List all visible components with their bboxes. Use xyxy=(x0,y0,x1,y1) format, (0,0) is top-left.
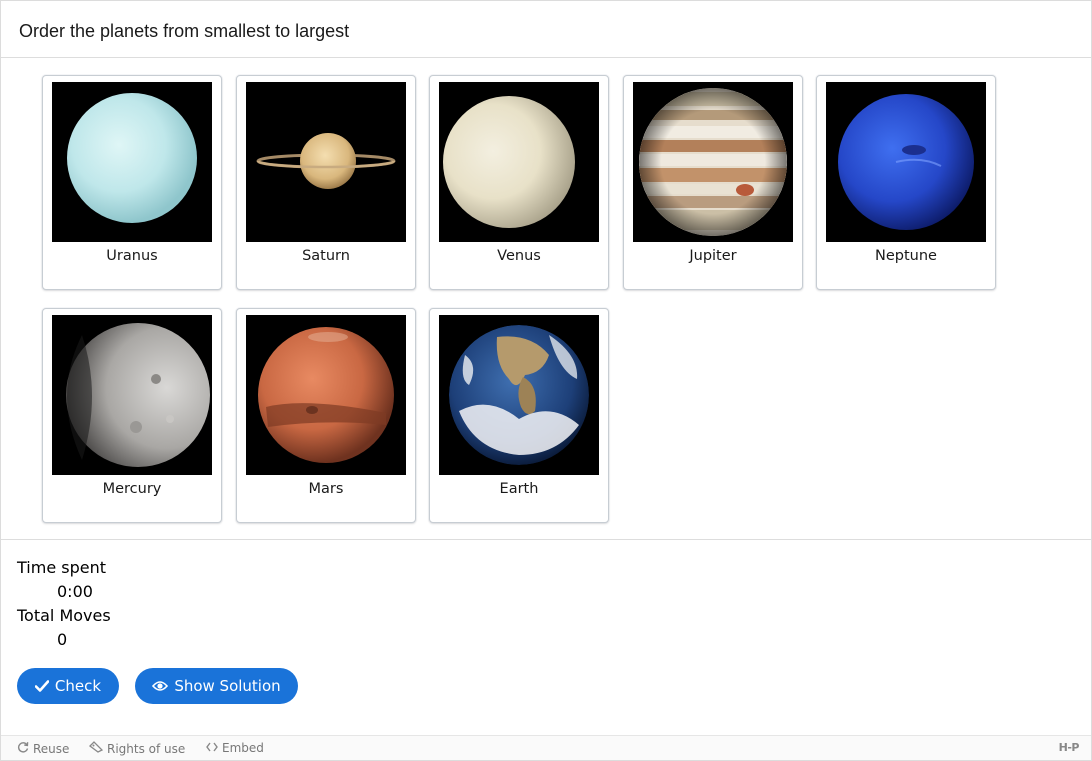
check-button-label: Check xyxy=(54,677,102,695)
footer-bar: Reuse Rights of use Embed H-P xyxy=(1,735,1091,760)
task-header: Order the planets from smallest to large… xyxy=(1,1,1091,58)
card-label: Mars xyxy=(308,481,344,497)
planet-card-venus[interactable]: Venus xyxy=(429,75,609,290)
rights-label: Rights of use xyxy=(107,741,186,756)
stats-panel: Time spent 0:00 Total Moves 0 xyxy=(17,558,111,654)
total-moves-value: 0 xyxy=(57,630,68,649)
card-label: Uranus xyxy=(106,248,158,264)
show-solution-label: Show Solution xyxy=(174,677,281,695)
refresh-icon xyxy=(17,741,29,756)
check-button[interactable]: Check xyxy=(17,668,119,704)
planet-card-mercury[interactable]: Mercury xyxy=(42,308,222,523)
embed-label: Embed xyxy=(222,741,264,755)
card-label: Jupiter xyxy=(689,248,737,264)
h5p-logo[interactable]: H-P xyxy=(1059,741,1080,754)
rights-of-use-link[interactable]: Rights of use xyxy=(89,741,185,756)
card-label: Saturn xyxy=(302,248,350,264)
neptune-image xyxy=(826,82,986,242)
jupiter-image xyxy=(633,82,793,242)
planet-card-earth[interactable]: Earth xyxy=(429,308,609,523)
checkmark-icon xyxy=(34,680,49,692)
card-label: Neptune xyxy=(875,248,937,264)
card-label: Mercury xyxy=(102,481,162,497)
card-label: Venus xyxy=(497,248,541,264)
planet-card-uranus[interactable]: Uranus xyxy=(42,75,222,290)
saturn-image xyxy=(246,82,406,242)
total-moves-label: Total Moves xyxy=(17,606,111,625)
section-divider xyxy=(1,539,1091,540)
eye-icon xyxy=(152,680,169,692)
card-label: Earth xyxy=(499,481,539,497)
uranus-image xyxy=(52,82,212,242)
mercury-image xyxy=(52,315,212,475)
reuse-label: Reuse xyxy=(33,741,70,756)
earth-image xyxy=(439,315,599,475)
task-title: Order the planets from smallest to large… xyxy=(19,21,350,41)
show-solution-button[interactable]: Show Solution xyxy=(135,668,298,704)
planet-card-mars[interactable]: Mars xyxy=(236,308,416,523)
planet-card-jupiter[interactable]: Jupiter xyxy=(623,75,803,290)
embed-link[interactable]: Embed xyxy=(206,741,264,755)
planet-card-neptune[interactable]: Neptune xyxy=(816,75,996,290)
mars-image xyxy=(246,315,406,475)
license-icon xyxy=(89,741,104,756)
sorting-board: Uranus Saturn Venus Jupiter Neptune Merc… xyxy=(1,58,1091,539)
code-icon xyxy=(206,741,218,755)
venus-image xyxy=(439,82,599,242)
time-spent-label: Time spent xyxy=(17,558,106,577)
time-spent-value: 0:00 xyxy=(57,582,93,601)
reuse-link[interactable]: Reuse xyxy=(17,741,69,756)
planet-card-saturn[interactable]: Saturn xyxy=(236,75,416,290)
